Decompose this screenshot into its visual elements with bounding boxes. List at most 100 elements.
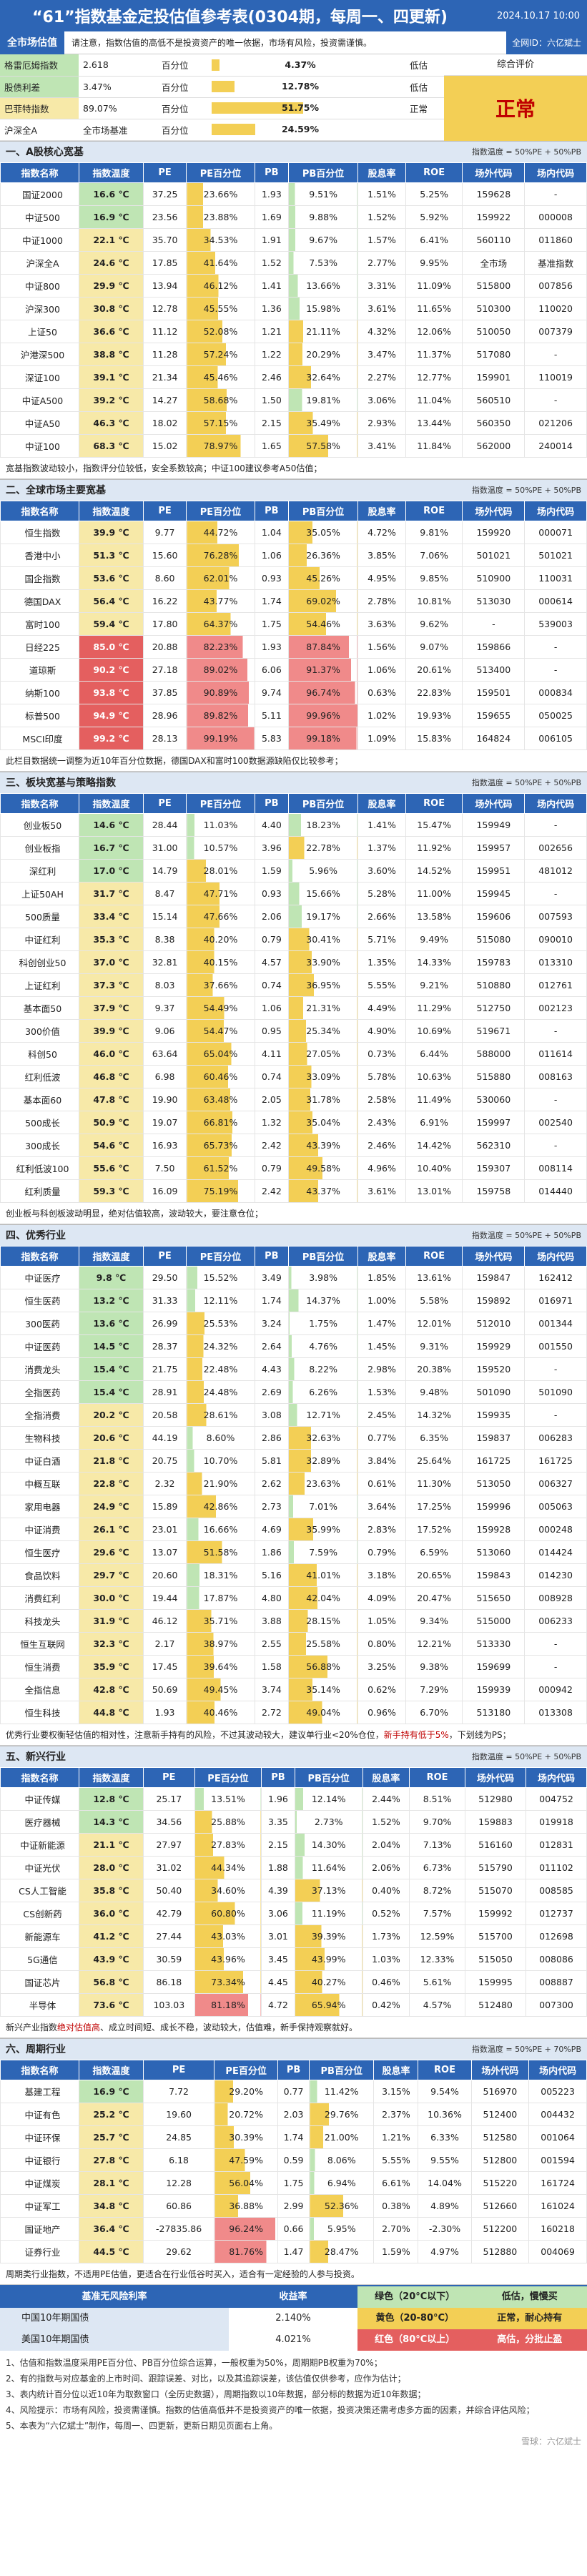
cell-etf-code: 008114: [524, 1156, 587, 1180]
cell-dividend: 4.95%: [357, 566, 406, 590]
cell-roe: 10.40%: [405, 1156, 463, 1180]
note-text: 创业板与科创板波动明显，绝对估值较高，波动较大，要注意仓位；: [6, 1208, 264, 1219]
cell-otc-code: 159951: [462, 858, 526, 883]
legend-green-range: 绿色（20°C以下）: [357, 2286, 473, 2308]
cell-name: 消费龙头: [0, 1357, 79, 1381]
cell-otc-code: 159307: [462, 1156, 526, 1180]
cell-otc-code: 513060: [462, 1540, 526, 1564]
cell-pe-pct: 46.12%: [186, 273, 255, 298]
table-row: 日经225 85.0 ℃ 20.88 82.23% 1.93 87.84% 1.56% 9.0…: [0, 634, 587, 659]
table-row: 上证50AH 31.7 ℃ 8.47 47.71% 0.93 15.66% 5.28% 11.…: [0, 881, 587, 905]
cell-dividend: 3.64%: [357, 1494, 406, 1518]
cell-pb: 6.06: [254, 657, 289, 682]
cell-roe: 11.00%: [405, 881, 463, 905]
cell-pe: 26.99: [142, 1311, 187, 1335]
cell-name: 恒生医药: [0, 1288, 79, 1312]
table-row: 富时100 59.4 ℃ 17.80 64.37% 1.75 54.46% 3.63% 9.6…: [0, 611, 587, 636]
cell-otc-code: 159655: [462, 703, 526, 727]
cell-name: 证券行业: [0, 2239, 79, 2263]
cell-pb-pct: 19.17%: [287, 904, 359, 928]
summary-row: 股债利差 3.47% 百分位 12.78% 低估: [0, 76, 444, 98]
cell-temp: 14.3 ℃: [79, 1809, 144, 1834]
section-header: 一、A股核心宽基 指数温度 = 50%PE + 50%PB: [0, 140, 587, 162]
cell-temp: 90.2 ℃: [79, 657, 144, 682]
footer: 基准无风险利率 中国10年期国债 美国10年期国债 收益率 2.140% 4.0…: [0, 2284, 587, 2351]
table-row: 恒生指数 39.9 ℃ 9.77 44.72% 1.04 35.05% 4.72% 9.81%…: [0, 520, 587, 544]
cell-pe-pct: 47.71%: [186, 881, 255, 905]
section-hint: 指数温度 = 50%PE + 50%PB: [471, 1752, 581, 1761]
table-row: 创业板指 16.7 ℃ 31.00 10.57% 3.96 22.78% 1.37% 11.9…: [0, 835, 587, 860]
column-header: 场内代码: [524, 500, 587, 521]
cell-roe: 12.33%: [409, 1947, 466, 1971]
section-hint: 指数温度 = 50%PE + 50%PB: [471, 1231, 581, 1240]
index-table: 指数名称 指数温度 PE PE百分位 PB PB百分位 股息率 ROE 场外代码 场内代码 创业板5…: [0, 792, 587, 1203]
cell-pb-pct: 35.49%: [287, 411, 359, 435]
cell-temp: 17.0 ℃: [79, 858, 144, 883]
cell-roe: 7.57%: [409, 1901, 466, 1925]
table-row: 300医药 13.6 ℃ 26.99 25.53% 3.24 1.75% 1.47% 12.0…: [0, 1311, 587, 1335]
cell-pe: 13.94: [142, 273, 187, 298]
summary-note: 正常: [393, 97, 444, 119]
cell-roe: 9.21%: [405, 973, 463, 997]
cell-pb: 1.50: [254, 388, 289, 412]
cell-pb-pct: 28.47%: [308, 2239, 375, 2263]
cell-temp: 16.7 ℃: [79, 835, 144, 860]
cell-pe: 18.02: [142, 411, 187, 435]
cell-otc-code: 159847: [462, 1265, 526, 1289]
cell-dividend: 3.47%: [357, 342, 406, 366]
cell-otc-code: 159758: [462, 1179, 526, 1203]
cell-temp: 94.9 ℃: [79, 703, 144, 727]
cell-name: 中证银行: [0, 2148, 79, 2172]
cell-roe: 11.04%: [405, 388, 463, 412]
cell-pb: 3.49: [254, 1265, 289, 1289]
cell-pb-pct: 43.99%: [294, 1947, 363, 1971]
column-header: ROE: [405, 162, 463, 183]
cell-pb: 1.41: [254, 273, 289, 298]
cell-roe: 14.42%: [405, 1133, 463, 1157]
cell-pb-pct: 54.46%: [287, 611, 359, 636]
cell-pe: 37.25: [142, 182, 187, 206]
table-row: 中证新能源 21.1 ℃ 27.97 27.83% 2.15 14.30% 2.04% 7.1…: [0, 1832, 587, 1857]
cell-otc-code: 519671: [462, 1018, 526, 1043]
cell-pe: 31.33: [142, 1288, 187, 1312]
cell-dividend: 0.77%: [357, 1425, 406, 1450]
cell-name: 中证传媒: [0, 1786, 79, 1811]
summary-table: 格雷厄姆指数 2.618 百分位 4.37% 低估 股债利差 3.47% 百分位 12.78% 低…: [0, 54, 444, 141]
table-row: 中证医药 14.5 ℃ 28.37 24.32% 2.64 4.76% 1.45% 9.31%…: [0, 1334, 587, 1358]
cell-etf-code: 161725: [524, 1448, 587, 1473]
cell-pb: 2.64: [254, 1334, 289, 1358]
cell-roe: 15.47%: [405, 812, 463, 837]
cell-pe-pct: 90.89%: [186, 680, 255, 704]
cell-pb-pct: 43.37%: [287, 1179, 359, 1203]
summary-pct-cell: 4.37%: [207, 54, 393, 77]
cell-roe: 6.70%: [405, 1700, 463, 1724]
cell-otc-code: 164824: [462, 726, 526, 750]
cell-dividend: 1.05%: [357, 1608, 406, 1633]
summary-note: 低估: [393, 54, 444, 77]
cell-etf-code: 004069: [528, 2239, 587, 2263]
cell-roe: 10.81%: [405, 589, 463, 613]
column-header: PE: [142, 792, 187, 814]
cell-temp: 29.9 ℃: [79, 273, 144, 298]
cell-etf-code: 008887: [526, 1970, 587, 1994]
column-header: 指数名称: [0, 1766, 79, 1788]
cell-etf-code: 014230: [524, 1563, 587, 1587]
cell-etf-code: 000008: [524, 205, 587, 229]
cell-pb-pct: 21.31%: [287, 996, 359, 1020]
cell-pe: 15.14: [142, 904, 187, 928]
cell-etf-code: -: [524, 342, 587, 366]
cell-pe-pct: 75.19%: [186, 1179, 255, 1203]
cell-pe: 2.32: [142, 1471, 187, 1495]
cell-name: 国证地产: [0, 2216, 79, 2241]
cell-pb: 1.32: [254, 1110, 289, 1134]
cell-pe: 11.28: [142, 342, 187, 366]
table-row: 中证有色 25.2 ℃ 19.60 20.72% 2.03 29.76% 2.37% 10.3…: [0, 2102, 587, 2126]
cell-pe-pct: 45.55%: [186, 296, 255, 320]
cell-dividend: 1.52%: [357, 205, 406, 229]
cell-pe: 15.02: [142, 433, 187, 458]
table-row: 恒生互联网 32.3 ℃ 2.17 38.97% 2.55 25.58% 0.80% 12.2…: [0, 1631, 587, 1656]
cell-name: 标普500: [0, 703, 79, 727]
table-row: 5G通信 43.9 ℃ 30.59 43.96% 3.45 43.99% 1.03% 12.3…: [0, 1947, 587, 1971]
cell-pb: 3.01: [261, 1924, 295, 1948]
cell-pe-pct: 65.73%: [186, 1133, 255, 1157]
